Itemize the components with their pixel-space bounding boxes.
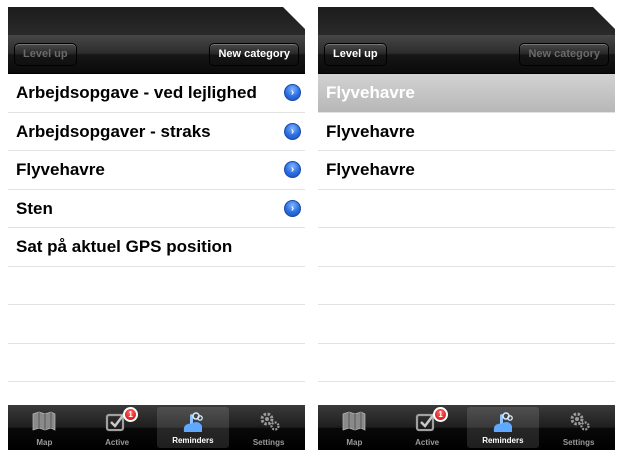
list-item-label: Flyvehavre <box>326 160 415 179</box>
reminders-icon <box>493 412 513 432</box>
tab-active[interactable]: 1 Active <box>391 405 464 450</box>
tab-label: Reminders <box>172 436 214 445</box>
list-item-label: Flyvehavre <box>326 83 415 102</box>
page-curl <box>593 7 615 29</box>
new-category-button[interactable]: New category <box>209 43 299 66</box>
screen-left: Level up New category Arbejdsopgave - ve… <box>8 7 305 450</box>
list-item[interactable]: Flyvehavre <box>318 151 615 190</box>
disclosure-arrow-icon[interactable]: › <box>284 199 301 217</box>
tab-reminders[interactable]: Reminders <box>156 407 230 448</box>
tab-reminders[interactable]: Reminders <box>466 407 540 448</box>
status-bar <box>8 7 305 35</box>
map-icon <box>33 411 56 431</box>
list-item-label: Flyvehavre <box>16 160 105 179</box>
empty-row <box>318 267 615 305</box>
reminders-icon <box>183 412 203 432</box>
empty-row <box>318 305 615 344</box>
tab-map[interactable]: Map <box>318 405 391 450</box>
page-curl <box>283 7 305 29</box>
empty-row <box>318 190 615 228</box>
empty-row <box>318 344 615 382</box>
tab-label: Settings <box>562 438 595 447</box>
status-bar <box>318 7 615 35</box>
tab-map[interactable]: Map <box>8 405 81 450</box>
empty-row <box>8 344 305 382</box>
tab-label: Active <box>105 438 130 447</box>
empty-row <box>8 305 305 344</box>
tab-label: Settings <box>252 438 285 447</box>
list-item-label: Arbejdsopgaver - straks <box>16 121 211 141</box>
map-icon <box>343 411 366 431</box>
toolbar: Level up New category <box>8 35 305 74</box>
empty-row <box>318 228 615 267</box>
notification-badge: 1 <box>433 407 449 422</box>
tab-label: Reminders <box>482 436 524 445</box>
notification-badge: 1 <box>123 407 139 422</box>
list-item-label: Flyvehavre <box>326 121 415 141</box>
category-list: Flyvehavre Flyvehavre Flyvehavre <box>318 74 615 406</box>
list-item-label: Sat på aktuel GPS position <box>16 237 233 256</box>
category-list: Arbejdsopgave - ved lejlighed › Arbejdso… <box>8 74 305 406</box>
tab-bar: Map 1 Active Reminders Settings <box>318 405 615 450</box>
list-item[interactable]: Sat på aktuel GPS position <box>8 228 305 267</box>
level-up-button[interactable]: Level up <box>14 43 77 66</box>
disclosure-arrow-icon[interactable]: › <box>284 161 301 178</box>
new-category-button[interactable]: New category <box>519 43 609 66</box>
disclosure-arrow-icon[interactable]: › <box>284 84 301 101</box>
tab-settings[interactable]: Settings <box>542 405 615 450</box>
empty-row <box>318 382 615 406</box>
screen-right: Level up New category Flyvehavre Flyveha… <box>318 7 615 450</box>
tab-settings[interactable]: Settings <box>232 405 305 450</box>
tab-bar: Map 1 Active Reminders Settings <box>8 405 305 450</box>
empty-row <box>8 267 305 305</box>
list-item[interactable]: Flyvehavre › <box>8 151 305 190</box>
tab-active[interactable]: 1 Active <box>81 405 154 450</box>
tab-label: Map <box>36 438 53 447</box>
gears-icon <box>570 412 590 431</box>
tab-label: Active <box>415 438 440 447</box>
empty-row <box>8 382 305 406</box>
toolbar: Level up New category <box>318 35 615 74</box>
disclosure-arrow-icon[interactable]: › <box>284 122 301 140</box>
list-item[interactable]: Flyvehavre <box>318 113 615 151</box>
tab-label: Map <box>346 438 363 447</box>
gears-icon <box>260 412 280 431</box>
list-item[interactable]: Arbejdsopgaver - straks › <box>8 113 305 151</box>
list-item[interactable]: Arbejdsopgave - ved lejlighed › <box>8 74 305 113</box>
list-item-label: Arbejdsopgave - ved lejlighed <box>16 83 257 102</box>
level-up-button[interactable]: Level up <box>324 43 387 66</box>
list-item-label: Sten <box>16 198 53 218</box>
list-item[interactable]: Sten › <box>8 190 305 228</box>
list-item-selected[interactable]: Flyvehavre <box>318 74 615 113</box>
